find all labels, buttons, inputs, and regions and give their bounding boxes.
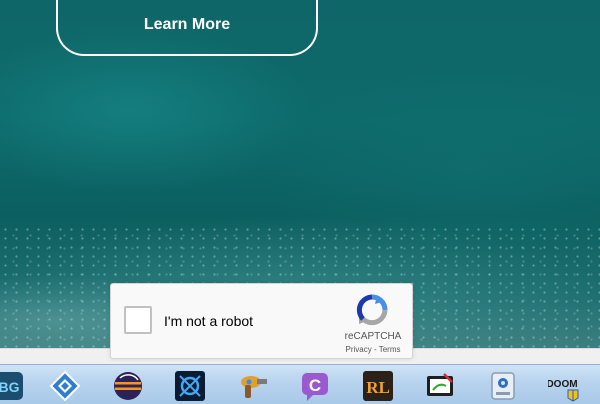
bg-app-icon[interactable]: BG bbox=[0, 369, 26, 403]
eclipse-icon[interactable] bbox=[111, 369, 145, 403]
drawing-tablet-icon[interactable] bbox=[423, 369, 457, 403]
recaptcha-checkbox-label[interactable]: I'm not a robot bbox=[164, 313, 253, 329]
taskbar: BG C RL DOOM bbox=[0, 364, 600, 404]
bg-app-icon-text: BG bbox=[0, 379, 20, 395]
recaptcha-privacy-link[interactable]: Privacy bbox=[346, 345, 372, 354]
rl-app-icon[interactable]: RL bbox=[361, 369, 395, 403]
rl-app-icon-text: RL bbox=[366, 378, 390, 397]
recaptcha-terms-link[interactable]: Terms bbox=[379, 345, 401, 354]
recaptcha-links-separator: - bbox=[371, 345, 379, 354]
learn-more-button[interactable]: Learn More bbox=[56, 0, 318, 56]
recaptcha-logo-icon bbox=[356, 294, 388, 326]
ray-gun-icon[interactable] bbox=[236, 369, 270, 403]
diamond-app-icon[interactable] bbox=[48, 369, 82, 403]
c-chat-icon[interactable]: C bbox=[298, 369, 332, 403]
recaptcha-links: Privacy - Terms bbox=[333, 345, 413, 354]
c-chat-icon-text: C bbox=[309, 376, 321, 395]
recaptcha-checkbox[interactable] bbox=[124, 306, 152, 334]
doom-icon-text: DOOM bbox=[548, 379, 578, 390]
recaptcha-brand-text: reCAPTCHA bbox=[344, 331, 402, 342]
webcam-icon[interactable] bbox=[486, 369, 520, 403]
recaptcha-widget: I'm not a robot reCAPTCHA Privacy - Term… bbox=[110, 283, 413, 359]
doom-icon[interactable]: DOOM bbox=[547, 369, 581, 403]
battlenet-icon[interactable] bbox=[173, 369, 207, 403]
